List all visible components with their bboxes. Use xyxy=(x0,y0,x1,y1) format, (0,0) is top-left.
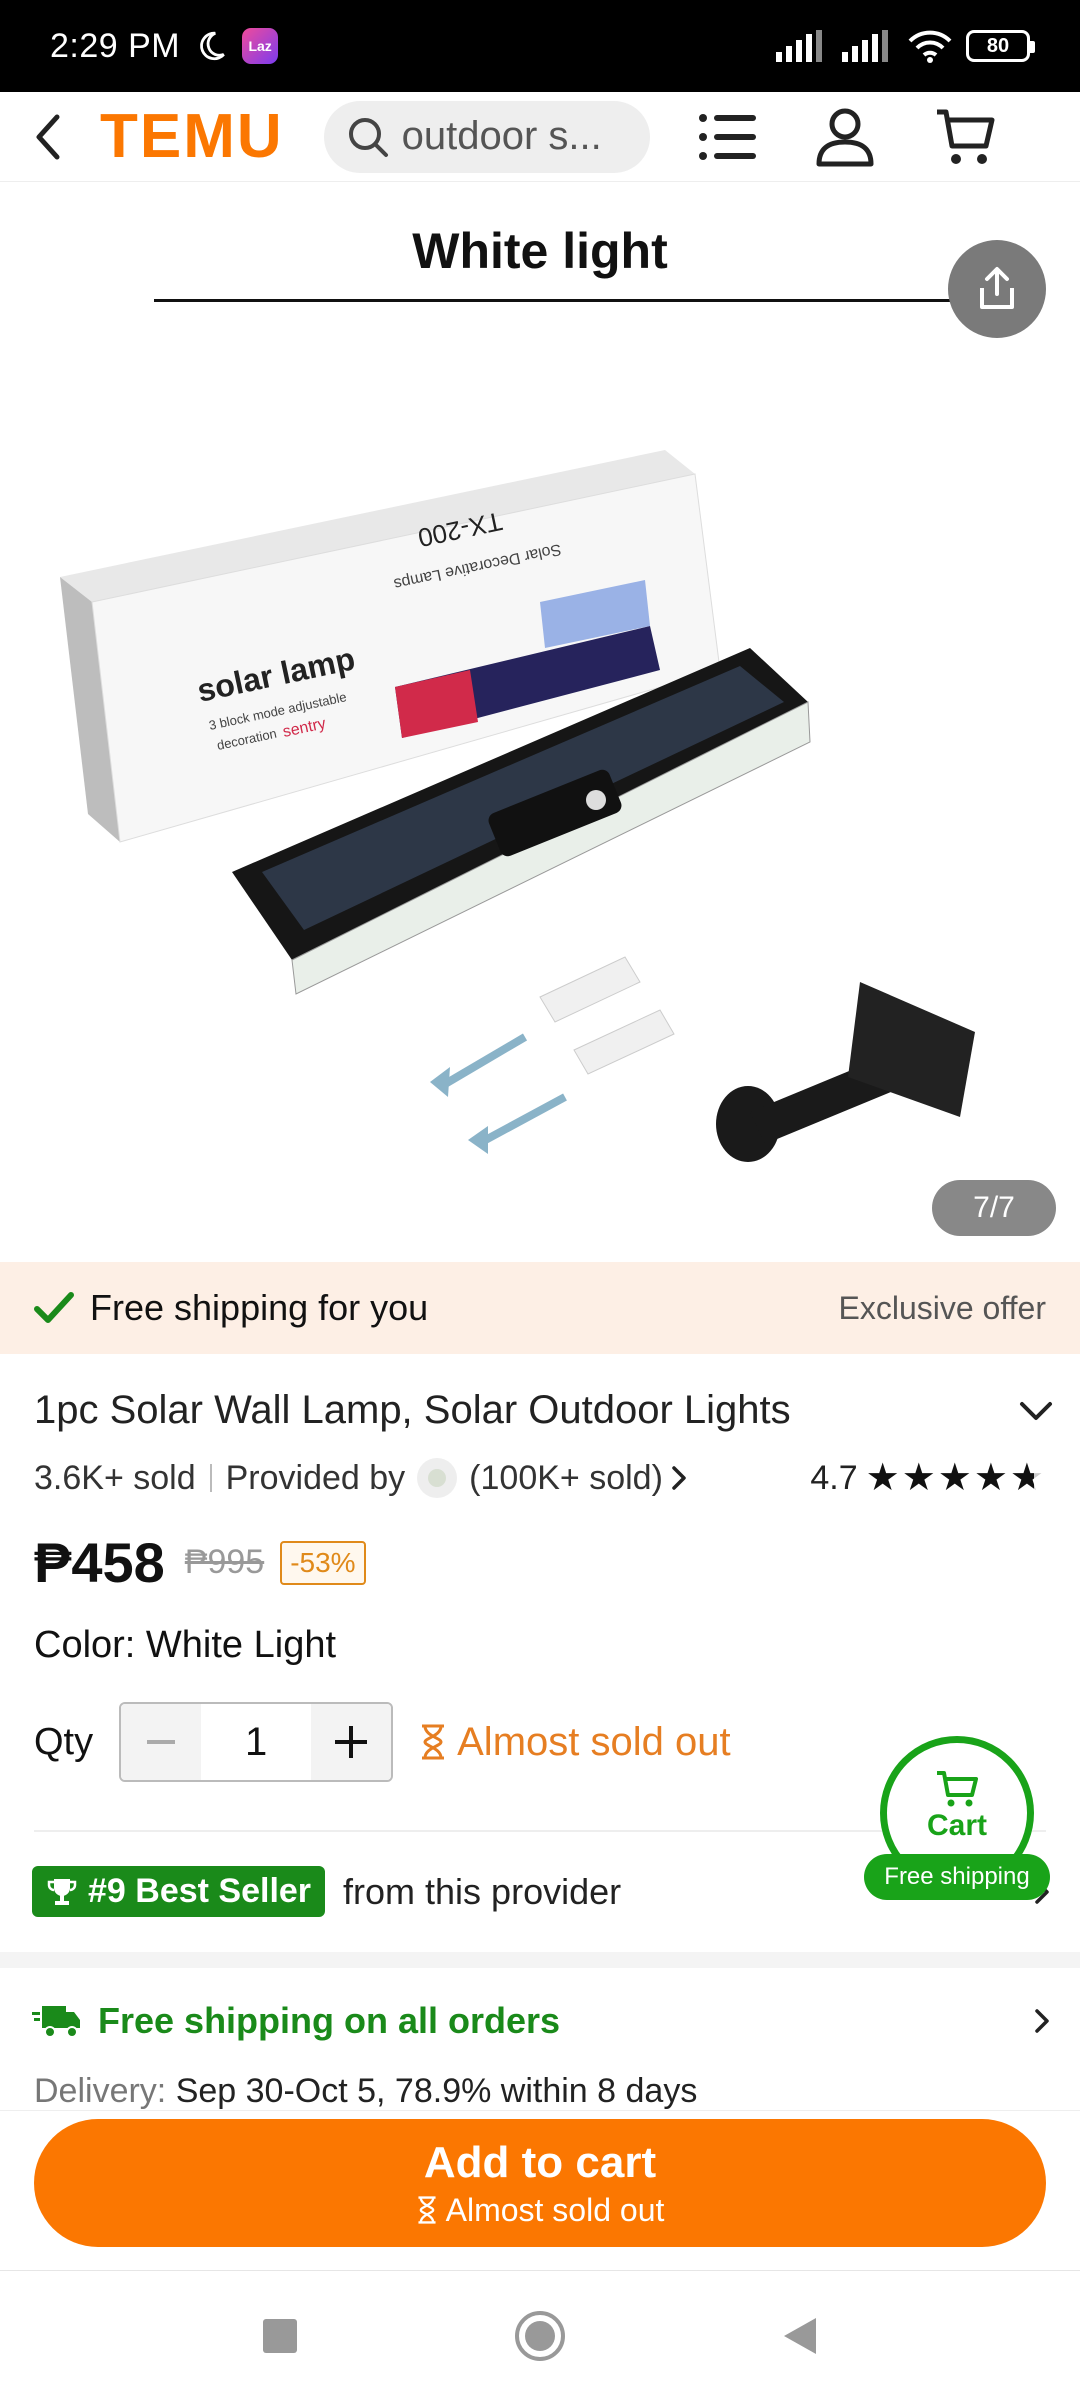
product-title: 1pc Solar Wall Lamp, Solar Outdoor Light… xyxy=(34,1388,791,1432)
price-row: ₱458 ₱995 -53% xyxy=(34,1530,366,1595)
exclusive-offer-label: Exclusive offer xyxy=(838,1289,1047,1326)
menu-button[interactable] xyxy=(690,100,764,174)
product-rating[interactable]: 4.7 ★ ★ ★ ★ ★ xyxy=(810,1459,1044,1498)
search-text: outdoor s... xyxy=(401,114,602,158)
star-partial-icon: ★ xyxy=(1009,1457,1044,1499)
trophy-icon xyxy=(47,1878,77,1905)
product-image-gallery[interactable]: White light solar lamp 3 block mode adju… xyxy=(0,182,1080,1262)
star-icon: ★ xyxy=(865,1457,900,1499)
home-circle-icon xyxy=(515,2310,565,2361)
search-bar[interactable]: outdoor s... xyxy=(323,100,650,173)
temu-logo[interactable]: TEMU xyxy=(100,101,284,172)
floating-cart-label: Cart xyxy=(926,1809,987,1842)
list-menu-icon xyxy=(698,113,756,160)
discount-badge: -53% xyxy=(280,1540,366,1585)
floating-cart-shipping-tag: Free shipping xyxy=(864,1854,1050,1900)
color-selection[interactable]: Color: White Light xyxy=(34,1624,336,1667)
share-button[interactable] xyxy=(948,240,1046,338)
back-button[interactable] xyxy=(18,107,78,167)
hourglass-icon xyxy=(418,2196,436,2224)
system-navigation-bar xyxy=(0,2270,1080,2400)
provider-avatar[interactable] xyxy=(417,1458,458,1498)
status-time: 2:29 PM xyxy=(50,26,181,65)
status-bar: 2:29 PM Laz 80 xyxy=(0,0,1080,92)
rating-value: 4.7 xyxy=(810,1458,858,1497)
add-to-cart-button[interactable]: Add to cart Almost sold out xyxy=(34,2119,1046,2247)
section-gap xyxy=(0,1952,1080,1968)
wifi-icon xyxy=(908,30,952,63)
product-title-row[interactable]: 1pc Solar Wall Lamp, Solar Outdoor Light… xyxy=(34,1388,1054,1433)
chevron-right-icon[interactable] xyxy=(669,1463,689,1493)
battery-level: 80 xyxy=(986,34,1010,57)
free-shipping-all-label: Free shipping on all orders xyxy=(98,2000,561,2041)
free-shipping-label: Free shipping for you xyxy=(90,1287,429,1328)
quantity-row: Qty 1 Almost sold out xyxy=(34,1702,731,1782)
star-icon: ★ xyxy=(901,1457,936,1499)
stock-status: Almost sold out xyxy=(419,1719,731,1765)
stock-status-text: Almost sold out xyxy=(457,1719,731,1764)
product-photo: solar lamp 3 block mode adjustable decor… xyxy=(60,450,975,1162)
meta-divider xyxy=(209,1464,212,1492)
checkmark-icon xyxy=(34,1292,74,1323)
back-arrow-icon xyxy=(36,114,60,159)
chevron-down-icon[interactable] xyxy=(1018,1399,1054,1423)
plus-icon xyxy=(335,1726,368,1758)
image-counter: 7/7 xyxy=(932,1180,1056,1236)
sale-price: ₱458 xyxy=(34,1531,165,1594)
best-seller-provider-text: from this provider xyxy=(343,1870,622,1912)
best-seller-text: #9 Best Seller xyxy=(88,1872,312,1910)
account-button[interactable] xyxy=(808,100,882,174)
home-button[interactable] xyxy=(510,2306,570,2366)
delivery-value: Sep 30-Oct 5, 78.9% within 8 days xyxy=(175,2072,698,2110)
minus-icon xyxy=(147,1740,176,1744)
cart-button[interactable] xyxy=(928,100,1002,174)
product-meta-row: 3.6K+ sold Provided by (100K+ sold) 4.7 … xyxy=(34,1458,1044,1498)
top-header: TEMU outdoor s... xyxy=(0,92,1080,182)
add-to-cart-label: Add to cart xyxy=(423,2137,657,2187)
best-seller-badge: #9 Best Seller xyxy=(32,1866,326,1917)
screws-illustration xyxy=(430,956,675,1154)
battery-indicator: 80 xyxy=(966,30,1035,62)
qty-increase-button[interactable] xyxy=(311,1704,392,1780)
sold-count: 3.6K+ sold xyxy=(34,1458,196,1497)
lazada-notification-icon: Laz xyxy=(242,28,279,64)
provider-sold-count[interactable]: (100K+ sold) xyxy=(469,1459,663,1498)
provider-logo-icon xyxy=(428,1469,447,1487)
signal-icon-2 xyxy=(842,30,888,62)
add-to-cart-subtext: Almost sold out xyxy=(416,2191,665,2229)
free-shipping-strip[interactable]: Free shipping for you Exclusive offer xyxy=(0,1262,1080,1354)
delivery-estimate: Delivery: Sep 30-Oct 5, 78.9% within 8 d… xyxy=(34,2072,697,2111)
star-icon: ★ xyxy=(973,1457,1008,1499)
back-triangle-icon xyxy=(784,2317,816,2354)
account-icon xyxy=(816,108,874,166)
free-shipping-all-orders-row[interactable]: Free shipping on all orders xyxy=(32,2000,1052,2042)
hourglass-icon xyxy=(422,1724,445,1760)
recents-button[interactable] xyxy=(250,2306,310,2366)
bottom-action-bar: Add to cart Almost sold out xyxy=(0,2110,1080,2270)
quantity-stepper[interactable]: 1 xyxy=(119,1702,394,1782)
cart-icon xyxy=(936,109,995,164)
mounting-bracket-illustration xyxy=(716,982,975,1162)
add-to-cart-sub-text: Almost sold out xyxy=(445,2191,665,2228)
signal-icon xyxy=(776,30,822,62)
star-icon: ★ xyxy=(937,1457,972,1499)
back-nav-button[interactable] xyxy=(770,2306,830,2366)
provided-by-label: Provided by xyxy=(225,1458,406,1497)
delivery-truck-icon xyxy=(32,2006,80,2038)
share-icon xyxy=(980,267,1014,309)
moon-icon xyxy=(200,31,225,61)
cart-icon xyxy=(937,1771,978,1807)
qty-label: Qty xyxy=(34,1720,94,1763)
original-price: ₱995 xyxy=(184,1543,265,1581)
chevron-right-icon[interactable] xyxy=(1032,2006,1052,2036)
recents-square-icon xyxy=(263,2318,297,2353)
search-icon xyxy=(348,117,388,157)
qty-decrease-button[interactable] xyxy=(121,1704,202,1780)
delivery-label: Delivery: xyxy=(34,2072,167,2110)
qty-value[interactable]: 1 xyxy=(201,1704,312,1780)
